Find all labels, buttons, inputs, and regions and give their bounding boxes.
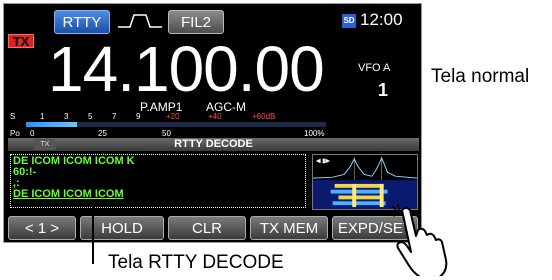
filter-shape-icon (118, 14, 162, 28)
po-meter-label: Po (10, 129, 20, 138)
po-scale-25: 25 (98, 129, 107, 138)
decode-screen-label: Tela RTTY DECODE (108, 252, 284, 273)
filter-button[interactable]: FIL2 (168, 10, 224, 34)
frequency-readout[interactable]: 14.100.00 (48, 34, 325, 104)
po-scale-0: 0 (30, 129, 35, 138)
radio-display: TX RTTY FIL2 SD 12:00 14.100.00 VFO A 1 … (3, 3, 422, 243)
s-scale-plus20: +20 (166, 112, 180, 121)
po-scale-100: 100% (304, 129, 325, 138)
po-scale-50: 50 (162, 129, 171, 138)
meter-bar (26, 122, 326, 127)
decode-tx-indicator: TX (34, 139, 56, 150)
pointer-line (92, 206, 94, 264)
decode-line: DE ICOM ICOM ICOM (13, 188, 124, 200)
hand-pointer-icon (388, 204, 448, 276)
s-scale-plus60: +60dB (252, 112, 276, 121)
mode-button[interactable]: RTTY (54, 10, 110, 34)
s-scale-9: 9 (136, 112, 141, 121)
decode-line: 60:!- (13, 166, 37, 178)
tx-mem-button[interactable]: TX MEM (250, 216, 328, 240)
sd-card-icon: SD (342, 14, 356, 28)
s-scale-5: 5 (88, 112, 93, 121)
meter: S 1 3 5 7 9 +20 +40 +60dB Po 0 25 50 100… (8, 112, 418, 138)
s-scale-plus40: +40 (208, 112, 222, 121)
page-button[interactable]: < 1 > (8, 216, 76, 240)
s-scale-3: 3 (64, 112, 69, 121)
tx-indicator: TX (8, 34, 34, 49)
clock: 12:00 (360, 10, 403, 29)
s-meter-label: S (10, 112, 16, 121)
svg-text:◀ ▮▶: ◀ ▮▶ (316, 159, 330, 165)
vfo-number: 1 (378, 80, 389, 100)
decode-text-area: DE ICOM ICOM ICOM K 60:!- ,: DE ICOM ICO… (10, 154, 306, 208)
s-scale-1: 1 (40, 112, 45, 121)
s-scale-7: 7 (112, 112, 117, 121)
decode-title: RTTY DECODE (8, 138, 419, 151)
clr-button[interactable]: CLR (168, 216, 246, 240)
decode-line: DE ICOM ICOM ICOM K (13, 155, 135, 167)
meter-level (26, 122, 77, 127)
normal-screen-label: Tela normal (431, 66, 530, 87)
vfo-label: VFO A (358, 62, 391, 74)
audio-scope[interactable]: ◀ ▮▶ (312, 154, 418, 210)
